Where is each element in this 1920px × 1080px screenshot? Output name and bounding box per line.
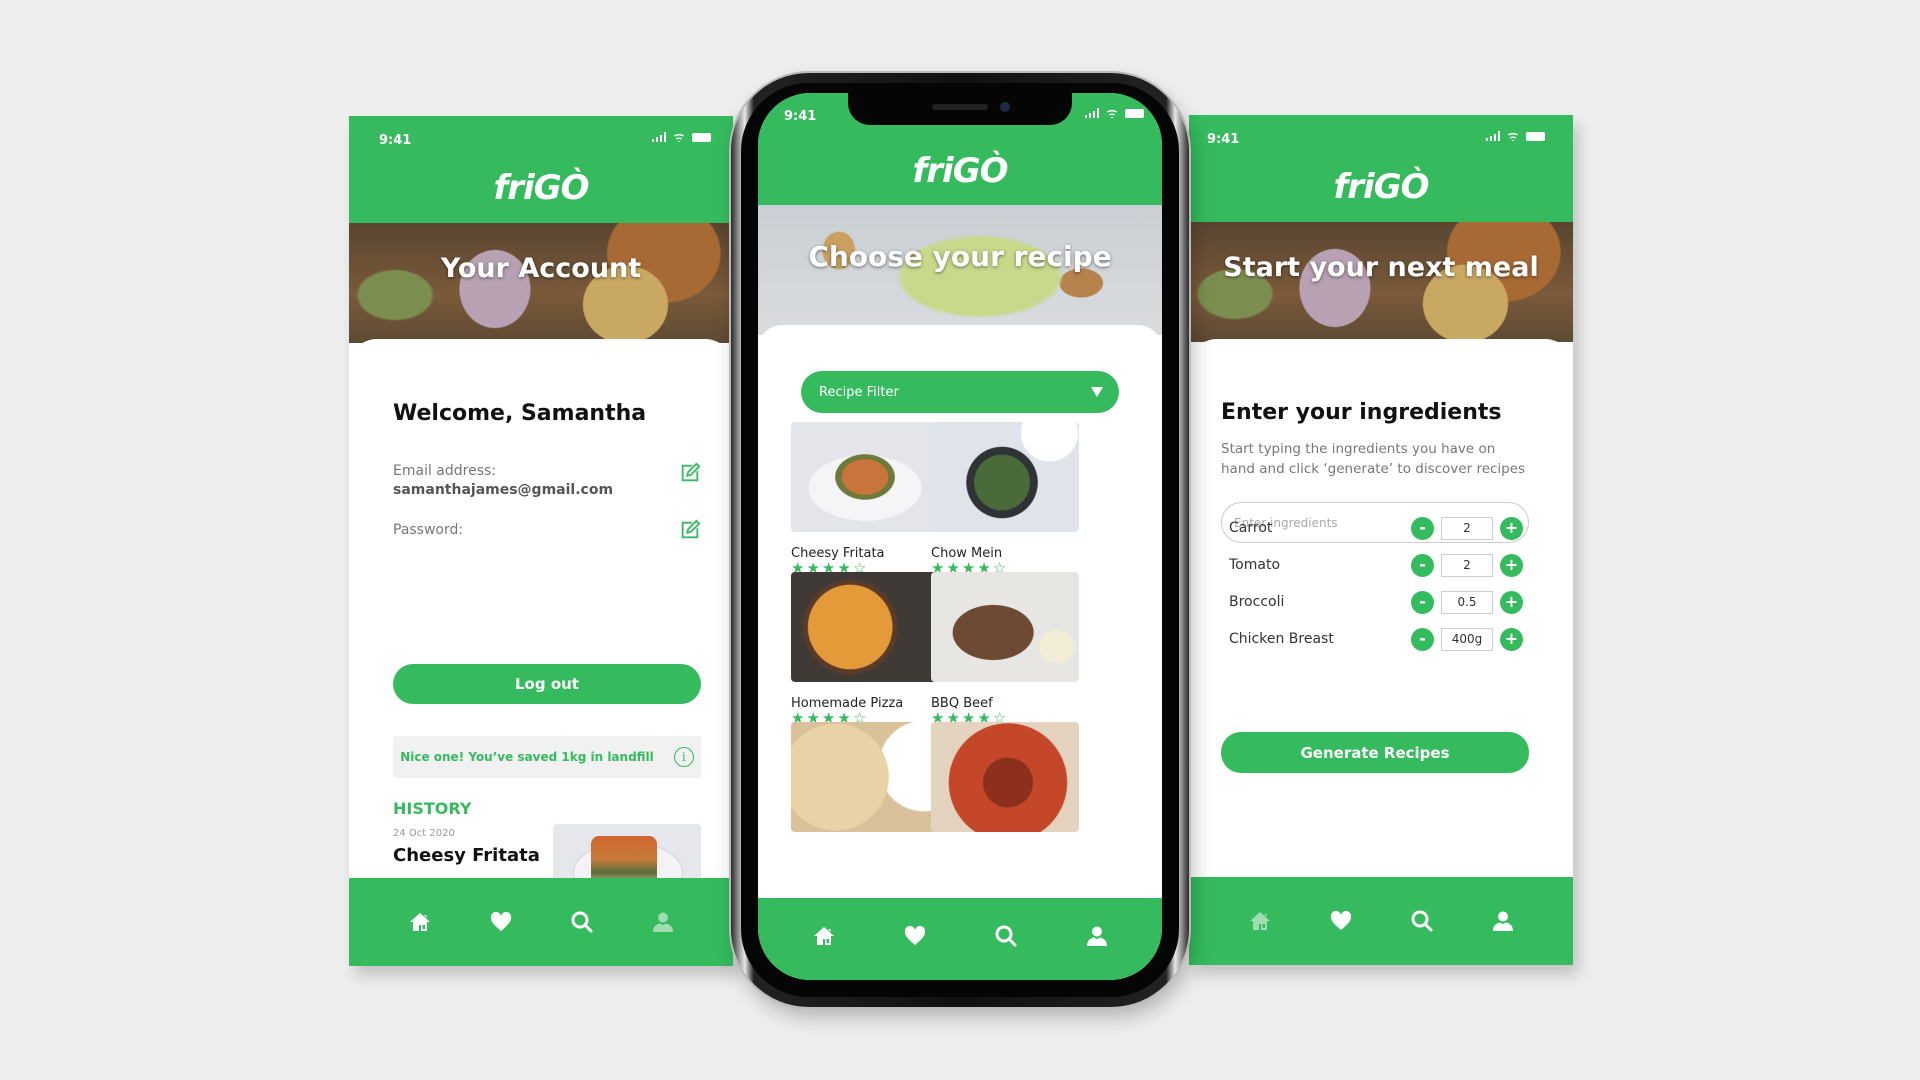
ingredient-row: Carrot - + [1229, 514, 1523, 542]
hero-title: Your Account [440, 253, 642, 284]
account-screen: 9:41 friGÒ Your Account Welcome, Samanth… [349, 116, 733, 966]
ingredient-row: Broccoli - + [1229, 588, 1523, 616]
recipe-filter-dropdown[interactable]: Recipe Filter [801, 371, 1119, 413]
heart-icon[interactable] [488, 909, 514, 935]
recipes-card: Recipe Filter Cheesy Fritata ★ ★ ★ ★ ☆ Chow Me… [758, 325, 1162, 899]
recipe-card[interactable]: BBQ Beef ★ ★ ★ ★ ☆ [931, 572, 1079, 726]
app-logo: friGÒ [493, 168, 589, 208]
recipe-card[interactable] [791, 722, 939, 832]
bottom-nav [349, 878, 733, 966]
recipe-image[interactable] [931, 572, 1079, 682]
decrease-button[interactable]: - [1411, 590, 1434, 614]
generate-recipes-button[interactable]: Generate Recipes [1221, 732, 1529, 773]
increase-button[interactable]: + [1500, 627, 1523, 651]
status-bar: 9:41 [349, 116, 733, 156]
history-heading: HISTORY [393, 799, 472, 818]
password-label: Password: [393, 522, 464, 538]
increase-button[interactable]: + [1500, 516, 1523, 540]
ingredients-card: Enter your ingredients Start typing the … [1189, 339, 1573, 878]
decrease-button[interactable]: - [1411, 627, 1434, 651]
recipe-image[interactable] [931, 722, 1079, 832]
search-icon[interactable] [1409, 908, 1435, 934]
ingredient-name: Broccoli [1229, 594, 1285, 610]
chevron-down-icon [1091, 387, 1103, 397]
recipe-card[interactable]: Cheesy Fritata ★ ★ ★ ★ ☆ [791, 422, 939, 576]
recipe-card[interactable]: Chow Mein ★ ★ ★ ★ ☆ [931, 422, 1079, 576]
hero-title: Start your next meal [1223, 252, 1539, 283]
increase-button[interactable]: + [1500, 553, 1523, 577]
ingredient-row: Tomato - + [1229, 551, 1523, 579]
battery-icon [1125, 108, 1144, 118]
recipe-image[interactable] [791, 722, 939, 832]
ingredient-name: Carrot [1229, 520, 1273, 536]
home-icon[interactable] [407, 909, 433, 935]
bottom-nav [1189, 877, 1573, 965]
hero-banner: Start your next meal [1189, 222, 1573, 342]
hero-banner: Choose your recipe [758, 205, 1162, 335]
increase-button[interactable]: + [1500, 590, 1523, 614]
search-icon[interactable] [993, 923, 1019, 949]
decrease-button[interactable]: - [1411, 553, 1434, 577]
search-icon[interactable] [569, 909, 595, 935]
ingredients-description: Start typing the ingredients you have on… [1221, 441, 1526, 477]
user-icon[interactable] [650, 909, 676, 935]
recipe-card[interactable] [931, 722, 1079, 832]
email-label: Email address: [393, 463, 497, 479]
app-header: 9:41 friGÒ [1189, 115, 1573, 222]
wifi-icon [672, 132, 686, 142]
welcome-heading: Welcome, Samantha [393, 401, 647, 426]
status-time: 9:41 [784, 109, 817, 124]
filter-label: Recipe Filter [819, 384, 899, 400]
quantity-field[interactable] [1441, 516, 1493, 540]
battery-icon [692, 132, 711, 142]
ingredients-heading: Enter your ingredients [1221, 400, 1502, 425]
ingredients-screen: 9:41 friGÒ Start your next meal Enter yo… [1189, 115, 1573, 965]
wifi-icon [1105, 108, 1119, 118]
home-icon[interactable] [811, 923, 837, 949]
home-icon[interactable] [1247, 908, 1273, 934]
recipe-image[interactable] [931, 422, 1079, 532]
status-time: 9:41 [379, 133, 412, 148]
quantity-field[interactable] [1441, 627, 1493, 651]
notice-text: Nice one! You’ve saved 1kg in landfill [400, 750, 654, 764]
app-header: 9:41 friGÒ [349, 116, 733, 223]
quantity-field[interactable] [1441, 553, 1493, 577]
ingredient-row: Chicken Breast - + [1229, 625, 1523, 653]
edit-password-icon[interactable] [679, 519, 701, 541]
edit-email-icon[interactable] [679, 462, 701, 484]
decrease-button[interactable]: - [1411, 516, 1434, 540]
status-bar: 9:41 [1189, 115, 1573, 155]
wifi-icon [1506, 131, 1520, 141]
user-icon[interactable] [1490, 908, 1516, 934]
quantity-field[interactable] [1441, 590, 1493, 614]
signal-icon [1485, 131, 1500, 141]
recipes-screen: 9:41 friGÒ Choose your recipe Recipe Fil… [758, 93, 1162, 980]
signal-icon [651, 132, 666, 142]
user-icon[interactable] [1084, 923, 1110, 949]
phone-notch [848, 93, 1072, 125]
recipes-phone-frame: 9:41 friGÒ Choose your recipe Recipe Fil… [731, 73, 1189, 1007]
info-icon[interactable]: i [673, 747, 694, 767]
email-value: samanthajames@gmail.com [393, 482, 614, 498]
hero-title: Choose your recipe [808, 240, 1112, 273]
history-date: 24 Oct 2020 [393, 828, 455, 839]
recipe-image[interactable] [791, 572, 939, 682]
ingredient-name: Tomato [1229, 557, 1281, 573]
status-time: 9:41 [1207, 132, 1240, 147]
landfill-notice: Nice one! You’ve saved 1kg in landfill i [393, 736, 701, 778]
signal-icon [1084, 108, 1099, 118]
bottom-nav [758, 898, 1162, 980]
app-logo: friGÒ [912, 151, 1008, 191]
recipe-image[interactable] [791, 422, 939, 532]
logout-button[interactable]: Log out [393, 664, 701, 704]
history-recipe-name[interactable]: Cheesy Fritata [393, 845, 540, 866]
heart-icon[interactable] [1328, 908, 1354, 934]
hero-banner: Your Account [349, 223, 733, 343]
battery-icon [1526, 131, 1545, 141]
ingredient-name: Chicken Breast [1229, 631, 1334, 647]
recipe-card[interactable]: Homemade Pizza ★ ★ ★ ★ ☆ [791, 572, 939, 726]
heart-icon[interactable] [902, 923, 928, 949]
account-card: Welcome, Samantha Email address: samanth… [349, 339, 733, 937]
app-logo: friGÒ [1333, 167, 1429, 207]
